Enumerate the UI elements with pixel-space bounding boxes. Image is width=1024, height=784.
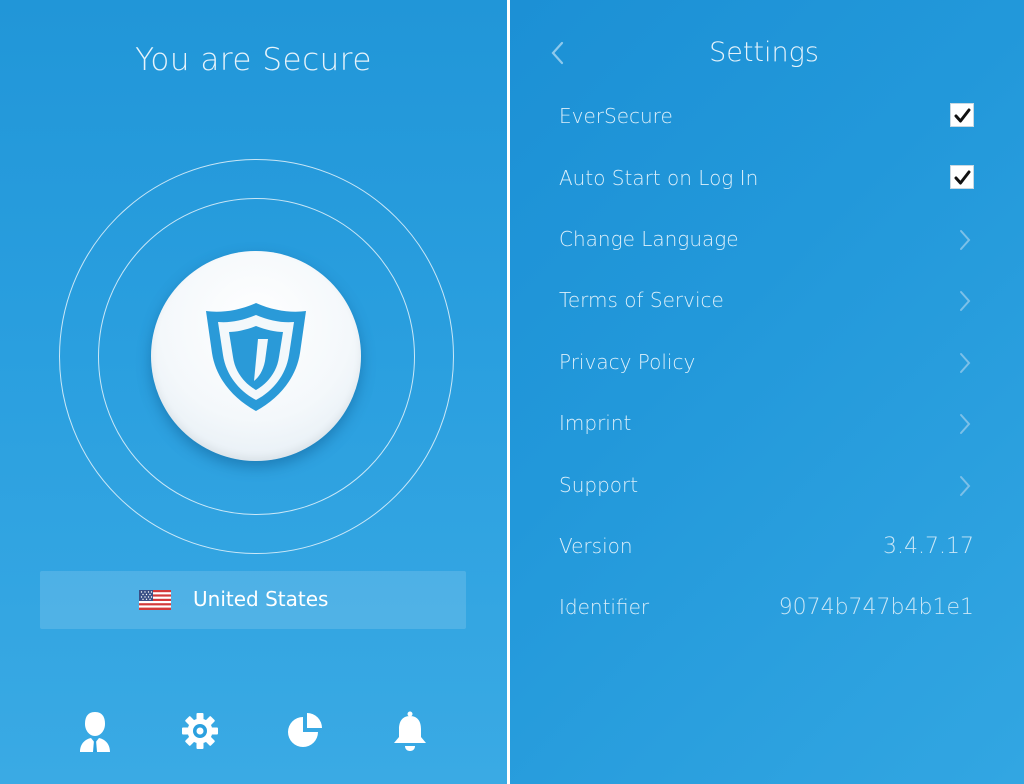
user-icon	[80, 712, 110, 752]
status-title: You are Secure	[135, 42, 372, 78]
chevron-right-icon	[960, 414, 971, 434]
setting-eversecure: EverSecure	[559, 96, 974, 140]
bell-icon	[394, 711, 426, 751]
location-label: United States	[193, 587, 329, 611]
setting-version: Version 3.4.7.17	[559, 526, 974, 570]
setting-label: Terms of Service	[559, 288, 724, 312]
setting-label: Support	[559, 473, 639, 497]
setting-label: Imprint	[559, 411, 632, 435]
setting-label: EverSecure	[559, 104, 673, 128]
setting-change-language[interactable]: Change Language	[559, 219, 974, 263]
setting-imprint[interactable]: Imprint	[559, 403, 974, 447]
chevron-right-icon	[960, 291, 971, 311]
chevron-right-icon	[960, 230, 971, 250]
identifier-value: 9074b747b4b1e1	[778, 595, 974, 620]
setting-identifier: Identifier 9074b747b4b1e1	[559, 587, 974, 631]
home-screen: You are Secure United States	[0, 0, 507, 784]
nav-statistics[interactable]	[285, 709, 325, 753]
shield-icon	[206, 303, 306, 411]
setting-label: Change Language	[559, 227, 739, 251]
setting-privacy-policy[interactable]: Privacy Policy	[559, 342, 974, 386]
setting-label: Identifier	[559, 595, 650, 619]
settings-screen: Settings EverSecure Auto Start on Log In…	[510, 0, 1024, 784]
setting-label: Privacy Policy	[559, 350, 696, 374]
connect-button[interactable]	[151, 251, 361, 461]
page-title: Settings	[709, 37, 819, 68]
setting-terms-of-service[interactable]: Terms of Service	[559, 280, 974, 324]
setting-label: Version	[559, 534, 633, 558]
setting-auto-start: Auto Start on Log In	[559, 158, 974, 202]
location-selector[interactable]: United States	[40, 571, 466, 629]
eversecure-checkbox[interactable]	[950, 103, 974, 127]
checkmark-icon	[954, 108, 971, 123]
gear-icon	[182, 713, 218, 749]
version-value: 3.4.7.17	[883, 534, 974, 559]
nav-settings[interactable]	[180, 709, 220, 753]
chevron-right-icon	[960, 353, 971, 373]
nav-account[interactable]	[75, 709, 115, 753]
checkmark-icon	[954, 170, 971, 185]
setting-label: Auto Start on Log In	[559, 166, 759, 190]
setting-support[interactable]: Support	[559, 465, 974, 509]
nav-notifications[interactable]	[390, 709, 430, 753]
auto-start-checkbox[interactable]	[950, 165, 974, 189]
us-flag-icon	[139, 590, 171, 610]
pie-chart-icon	[288, 713, 322, 747]
chevron-right-icon	[960, 476, 971, 496]
